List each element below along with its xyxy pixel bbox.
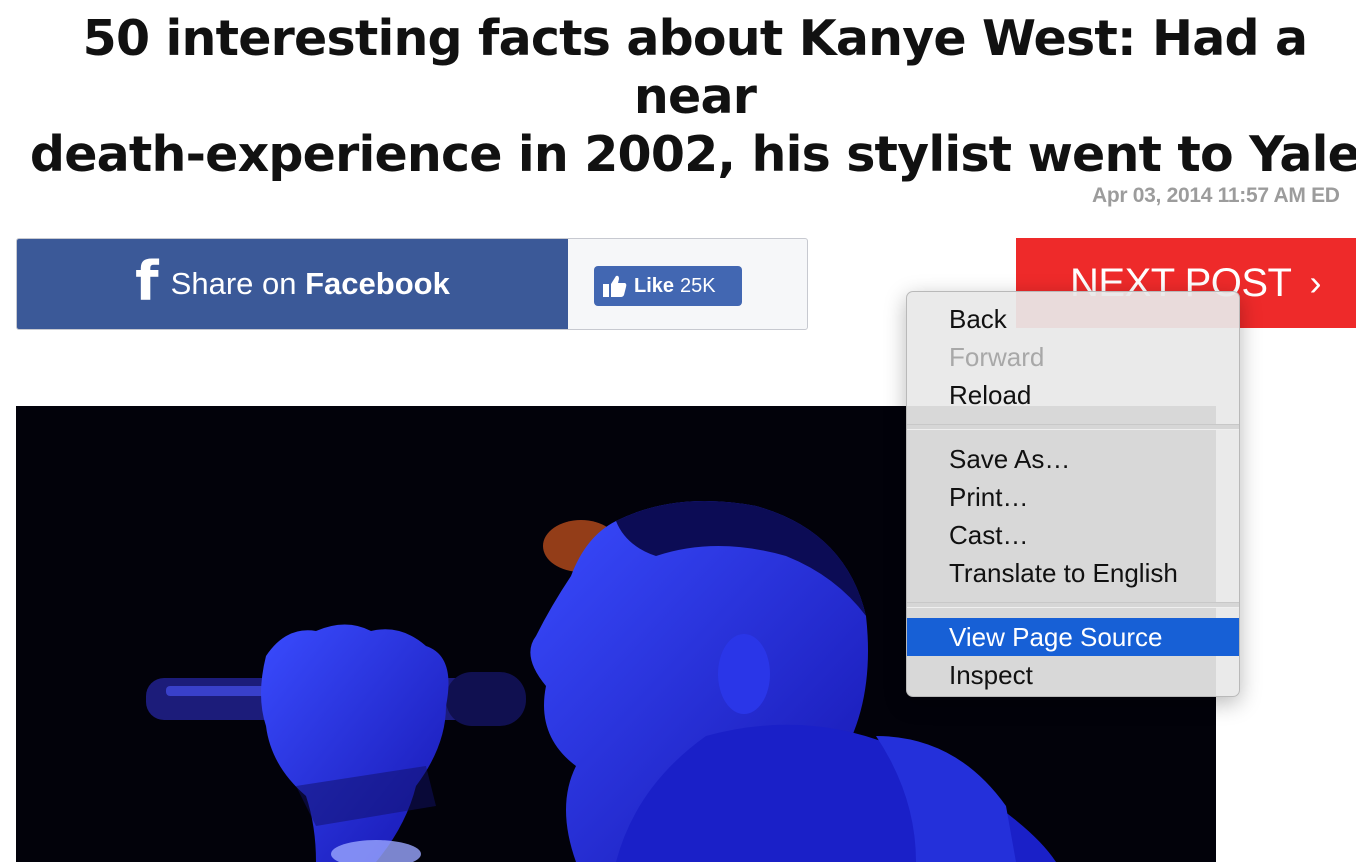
article-title-line-2: death-experience in 2002, his stylist we… [29,126,1356,183]
menu-item-translate[interactable]: Translate to English [907,554,1239,592]
social-share-bar: f Share on Facebook Like 25K [16,238,808,330]
share-brand: Facebook [305,266,450,301]
share-label: Share on Facebook [171,266,450,302]
like-label: Like [634,274,675,297]
facebook-f-icon: f [135,250,159,313]
share-on-facebook-button[interactable]: f Share on Facebook [17,239,568,329]
share-prefix: Share on [170,266,306,301]
browser-context-menu: Back Forward Reload Save As… Print… Cast… [906,291,1240,697]
publish-date: Apr 03, 2014 11:57 AM ED [1092,184,1340,207]
menu-item-reload[interactable]: Reload [907,376,1239,414]
thumbs-up-icon [603,275,627,297]
menu-item-inspect[interactable]: Inspect [907,656,1239,694]
article-title: 50 interesting facts about Kanye West: H… [20,10,1356,184]
chevron-right-icon: › [1309,262,1321,303]
menu-separator [907,602,1239,608]
menu-item-forward: Forward [949,342,1045,372]
article-title-line-1: 50 interesting facts about Kanye West: H… [82,10,1308,125]
menu-item-print[interactable]: Print… [907,478,1239,516]
menu-item-back[interactable]: Back [907,300,1239,338]
menu-item-cast[interactable]: Cast… [907,516,1239,554]
facebook-like-button[interactable]: Like 25K [594,266,742,306]
menu-item-view-page-source[interactable]: View Page Source [907,618,1239,656]
like-count: 25K [680,274,716,297]
menu-separator [907,424,1239,430]
menu-item-save-as[interactable]: Save As… [907,440,1239,478]
